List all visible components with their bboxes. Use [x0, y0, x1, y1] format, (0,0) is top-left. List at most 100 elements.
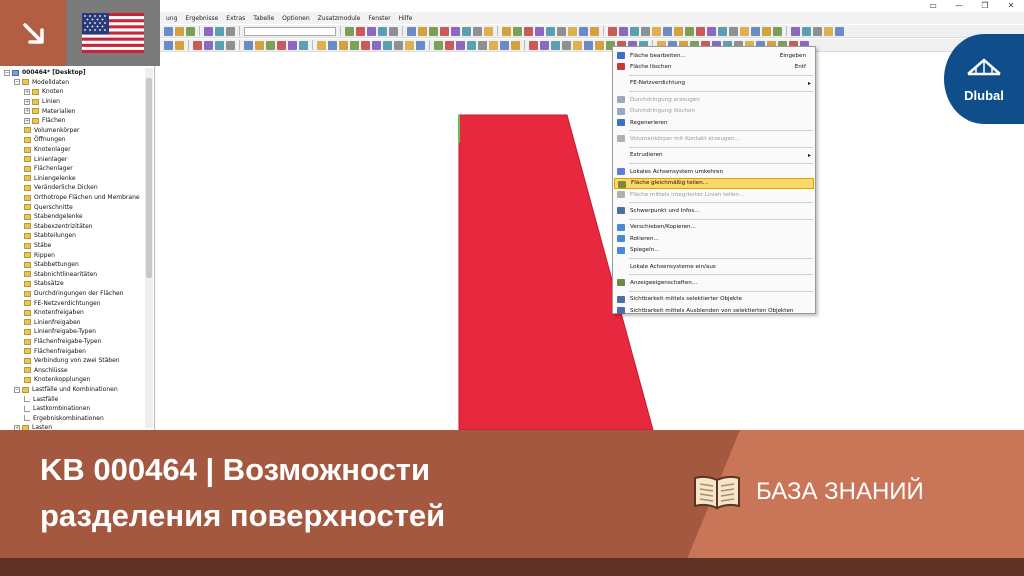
tree-item[interactable]: − Modelldaten — [14, 78, 69, 88]
tree-item[interactable]: Volumenkörper — [24, 126, 79, 136]
tree-item[interactable]: − Lastfälle und Kombinationen — [14, 385, 118, 395]
tree-item[interactable]: + Knoten — [24, 87, 63, 97]
toolbar-button-icon[interactable] — [277, 40, 286, 50]
tree-item[interactable]: Rippen — [24, 250, 55, 260]
toolbar-button-icon[interactable] — [418, 26, 427, 36]
project-navigator[interactable]: −000464* [Desktop] − Modelldaten + Knoten + Li… — [0, 66, 155, 430]
tree-item[interactable]: Knotenkopplungen — [24, 375, 90, 385]
toolbar-button-icon[interactable] — [590, 26, 599, 36]
toolbar-button-icon[interactable] — [226, 26, 235, 36]
toolbar-button-icon[interactable] — [500, 40, 509, 50]
toolbar-button-icon[interactable] — [164, 40, 173, 50]
toolbar-button-icon[interactable] — [339, 40, 348, 50]
collapse-icon[interactable]: − — [4, 69, 10, 76]
toolbar-button-icon[interactable] — [802, 26, 811, 36]
surface-graphic[interactable] — [156, 53, 1024, 430]
toolbar-button-icon[interactable] — [707, 26, 716, 36]
tree-item[interactable]: Ergebniskombinationen — [24, 414, 104, 424]
context-menu-item[interactable]: Rotieren... — [614, 233, 814, 244]
toolbar-button-icon[interactable] — [813, 26, 822, 36]
toolbar-button-icon[interactable] — [407, 26, 416, 36]
toolbar-button-icon[interactable] — [595, 40, 604, 50]
toolbar-button-icon[interactable] — [562, 40, 571, 50]
toolbar-button-icon[interactable] — [535, 26, 544, 36]
toolbar-button-icon[interactable] — [489, 40, 498, 50]
toolbar-button-icon[interactable] — [389, 26, 398, 36]
toolbar-button-icon[interactable] — [317, 40, 326, 50]
toolbar-button-icon[interactable] — [394, 40, 403, 50]
tree-item[interactable]: + Materialien — [24, 106, 76, 116]
collapse-icon[interactable]: − — [14, 79, 20, 86]
collapse-icon[interactable]: − — [14, 386, 20, 393]
restore-icon[interactable]: ▭ — [920, 0, 946, 12]
toolbar-button-icon[interactable] — [204, 26, 213, 36]
tree-item[interactable]: Verbindung von zwei Stäben — [24, 356, 120, 366]
tree-item[interactable]: Linienlager — [24, 154, 67, 164]
tree-item[interactable]: FE-Netzverdichtungen — [24, 298, 101, 308]
toolbar-button-icon[interactable] — [529, 40, 538, 50]
toolbar-button-icon[interactable] — [266, 40, 275, 50]
toolbar-button-icon[interactable] — [557, 26, 566, 36]
language-tile[interactable] — [66, 0, 160, 66]
tree-item[interactable]: Stabteilungen — [24, 231, 76, 241]
close-icon[interactable]: ✕ — [998, 0, 1024, 12]
menu-item[interactable]: ung — [166, 15, 177, 22]
toolbar-button-icon[interactable] — [502, 26, 511, 36]
tree-item[interactable]: Öffnungen — [24, 135, 66, 145]
toolbar-button-icon[interactable] — [350, 40, 359, 50]
expand-icon[interactable]: + — [24, 88, 30, 95]
context-menu-item[interactable]: Anzeigeeigenschaften... — [614, 277, 814, 288]
toolbar-button-icon[interactable] — [773, 26, 782, 36]
toolbar-button-icon[interactable] — [175, 40, 184, 50]
tree-item[interactable]: + Lasten — [14, 423, 52, 430]
toolbar-button-icon[interactable] — [513, 26, 522, 36]
tree-item[interactable]: Knotenlager — [24, 145, 71, 155]
tree-item[interactable]: Durchdringungen der Flächen — [24, 289, 124, 299]
tree-item[interactable]: Linienfreigaben — [24, 318, 81, 328]
toolbar-button-icon[interactable] — [835, 26, 844, 36]
tree-item[interactable]: Anschlüsse — [24, 366, 68, 376]
tree-item[interactable]: Stabsätze — [24, 279, 64, 289]
toolbar-button-icon[interactable] — [416, 40, 425, 50]
tree-item[interactable]: Querschnitte — [24, 202, 73, 212]
toolbar-button-icon[interactable] — [356, 26, 365, 36]
toolbar-combo[interactable] — [244, 26, 336, 36]
toolbar-button-icon[interactable] — [467, 40, 476, 50]
context-menu-item[interactable]: Schwerpunkt und Infos... — [614, 205, 814, 216]
toolbar-button-icon[interactable] — [630, 26, 639, 36]
toolbar-button-icon[interactable] — [456, 40, 465, 50]
toolbar-button-icon[interactable] — [791, 26, 800, 36]
toolbar-button-icon[interactable] — [652, 26, 661, 36]
tree-item[interactable]: Stäbe — [24, 241, 51, 251]
context-menu-item[interactable]: Regenerieren — [614, 117, 814, 128]
toolbar-button-icon[interactable] — [824, 26, 833, 36]
context-menu-item[interactable]: Verschieben/Kopieren... — [614, 222, 814, 233]
minimize-icon[interactable]: — — [946, 0, 972, 12]
toolbar-button-icon[interactable] — [175, 26, 184, 36]
context-menu-item[interactable]: FE-Netzverdichtung ▸ — [614, 78, 814, 89]
toolbar-button-icon[interactable] — [193, 40, 202, 50]
context-menu-item[interactable]: Fläche löschen Entf — [614, 61, 814, 72]
toolbar-button-icon[interactable] — [579, 26, 588, 36]
toolbar-button-icon[interactable] — [484, 26, 493, 36]
toolbar-button-icon[interactable] — [573, 40, 582, 50]
context-menu-item[interactable]: Fläche bearbeiten... Eingeben — [614, 50, 814, 61]
context-menu-item[interactable]: Sichtbarkeit mittels selektierter Objekt… — [614, 294, 814, 305]
toolbar-button-icon[interactable] — [434, 40, 443, 50]
toolbar-button-icon[interactable] — [751, 26, 760, 36]
tree-item[interactable]: Linienfreigabe-Typen — [24, 327, 96, 337]
context-menu-item[interactable]: Fläche gleichmäßig teilen... — [614, 177, 814, 189]
toolbar-button-icon[interactable] — [328, 40, 337, 50]
toolbar-button-icon[interactable] — [473, 26, 482, 36]
toolbar-button-icon[interactable] — [204, 40, 213, 50]
toolbar-button-icon[interactable] — [445, 40, 454, 50]
tree-item[interactable]: Stabnichtlinearitäten — [24, 270, 97, 280]
expand-icon[interactable]: + — [24, 108, 30, 115]
toolbar-button-icon[interactable] — [164, 26, 173, 36]
toolbar-button-icon[interactable] — [361, 40, 370, 50]
toolbar-button-icon[interactable] — [255, 40, 264, 50]
toolbar-button-icon[interactable] — [288, 40, 297, 50]
toolbar-button-icon[interactable] — [546, 26, 555, 36]
tree-item[interactable]: Flächenlager — [24, 164, 73, 174]
toolbar-button-icon[interactable] — [383, 40, 392, 50]
